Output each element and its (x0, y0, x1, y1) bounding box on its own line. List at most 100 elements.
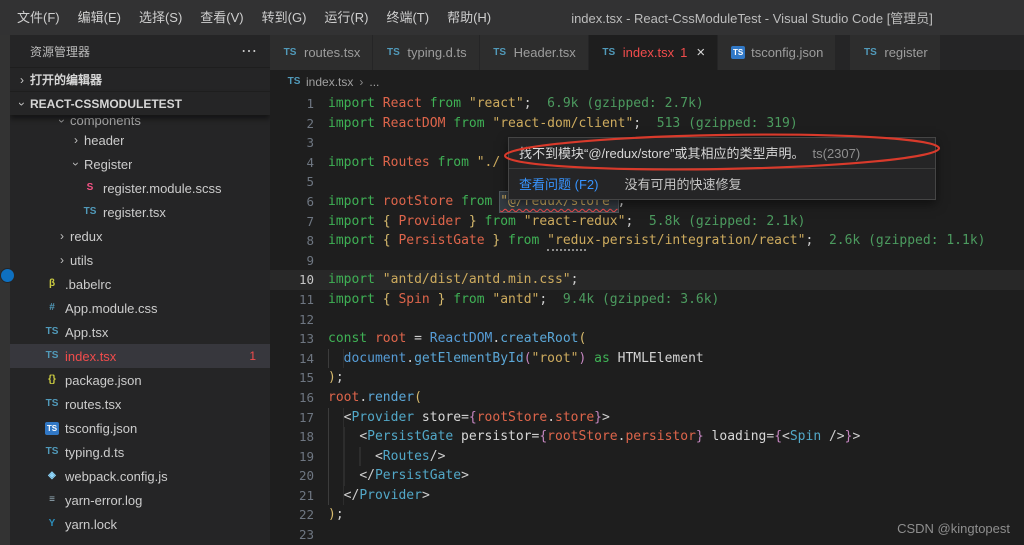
code-line-12[interactable]: 12 (270, 310, 1024, 330)
ts-icon: TS (602, 46, 616, 58)
json-icon: {} (48, 374, 56, 385)
breadcrumb[interactable]: TS index.tsx › ... (270, 70, 1024, 94)
code-line-17[interactable]: 17 < Provider store ={rootStore. store} > (270, 407, 1024, 428)
tree-folder-Register[interactable]: › Register (10, 152, 270, 176)
indent-guides (328, 427, 360, 447)
ts-icon: TS (45, 326, 59, 337)
indent-guides (328, 348, 344, 369)
line-number: 20 (298, 468, 314, 484)
code-line-16[interactable]: 16 root. render( (270, 388, 1024, 408)
tab-label: register (884, 45, 928, 60)
tree-file-register.module.scss[interactable]: Sregister.module.scss (10, 176, 270, 200)
tree-folder-utils[interactable]: › utils (10, 248, 270, 272)
code-token: Spin (390, 291, 430, 307)
code-token: React (374, 96, 422, 111)
code-line-1[interactable]: 1 import React from "react"; 6.9k (gzippe… (270, 94, 1024, 114)
close-icon[interactable]: × (696, 45, 705, 60)
code-line-11[interactable]: 11 import { Spin } from "antd"; 9.4k (gzi… (270, 290, 1024, 310)
project-section[interactable]: › REACT-CSSMODULETEST (10, 91, 270, 115)
code-line-9[interactable]: 9 (270, 251, 1024, 271)
code-token: { (774, 429, 783, 445)
code-line-20[interactable]: 20 </PersistGate > (270, 466, 1024, 486)
tree-file-package.json[interactable]: {} package.json (10, 368, 270, 392)
code-line-8[interactable]: 8 import { PersistGate } from "redu x-pers… (270, 231, 1024, 251)
more-actions-icon[interactable]: ⋯ (241, 41, 258, 61)
tab-label: routes.tsx (304, 45, 361, 60)
tab-tsconfig.json[interactable]: TS tsconfig.json (718, 35, 837, 70)
breadcrumb-file: index.tsx (306, 75, 354, 89)
code-token: rootStore (547, 429, 618, 445)
code-token: } (844, 429, 853, 445)
open-editors-section[interactable]: › 打开的编辑器 (10, 67, 270, 91)
tree-item-label: webpack.config.js (65, 468, 168, 484)
line-content: import { PersistGate } from "redu x-persi… (328, 231, 985, 251)
tree-file-routes.tsx[interactable]: TS routes.tsx (10, 392, 270, 416)
tree-item-label: routes.tsx (65, 396, 122, 412)
line-content: document. getElementById("root") as HTMLE… (328, 348, 704, 369)
tab-routes.tsx[interactable]: TS routes.tsx (270, 35, 374, 70)
tree-file-yarn.lock[interactable]: Yyarn.lock (10, 512, 270, 536)
tree-file-App.module.css[interactable]: # App.module.css (10, 296, 270, 320)
menu-item[interactable]: 查看(V) (191, 0, 252, 35)
code-line-18[interactable]: 18 < PersistGate persistor ={rootStore. pers… (270, 427, 1024, 447)
css-icon: # (49, 302, 55, 313)
code-token: 6.9k (gzipped: 2.7k) (531, 96, 704, 111)
menu-bar: 文件(F) 编辑(E) 选择(S) 查看(V) 转到(G) 运行(R) 终端(T) 帮助(H) (0, 0, 500, 35)
yarn-icon: Y (48, 518, 56, 529)
tree-folder-components[interactable]: › components (10, 115, 270, 128)
activity-bar[interactable] (0, 35, 15, 545)
code-line-2[interactable]: 2 import ReactDOM from "react-dom/client"… (270, 114, 1024, 134)
code-token: "antd" (484, 291, 540, 307)
title-bar: 文件(F) 编辑(E) 选择(S) 查看(V) 转到(G) 运行(R) 终端(T) 帮助(H)… (0, 0, 1024, 35)
line-content: </PersistGate > (328, 466, 469, 486)
tab-register[interactable]: TS register (850, 35, 941, 70)
tab-typing.d.ts[interactable]: TS typing.d.ts (373, 35, 480, 70)
tab-index.tsx[interactable]: TS index.tsx 1 × (588, 35, 719, 70)
tab-Header.tsx[interactable]: TS Header.tsx (479, 35, 589, 70)
code-line-21[interactable]: 21 </Provider > (270, 485, 1024, 506)
code-token: ; (539, 291, 548, 307)
code-token: ; (570, 272, 579, 288)
code-token: } (594, 409, 602, 425)
view-problem-link[interactable]: 查看问题 (F2) (519, 174, 598, 193)
code-token: "root" (531, 350, 579, 366)
code-line-10[interactable]: 10 import "antd/dist/antd.min.css"; (270, 270, 1024, 290)
tree-file-register.tsx[interactable]: TS register.tsx (10, 200, 270, 224)
tree-item-label: App.module.css (65, 300, 158, 316)
code-token: import (328, 233, 375, 249)
menu-item[interactable]: 运行(R) (315, 0, 377, 35)
code-line-13[interactable]: 13 const root = ReactDOM. createRoot( (270, 329, 1024, 349)
tree-folder-redux[interactable]: › redux (10, 224, 270, 248)
code-token: "react" (461, 96, 524, 111)
menu-item[interactable]: 帮助(H) (438, 0, 500, 35)
tree-file-.babelrc[interactable]: β .babelrc (10, 272, 270, 296)
tsconfig-icon: TS (45, 421, 59, 435)
chevron-right-icon: › (20, 72, 24, 87)
line-content: ); (328, 368, 344, 388)
line-content: root. render( (328, 388, 422, 408)
tree-folder-header[interactable]: › header (10, 128, 270, 152)
line-content: import ReactDOM from "react-dom/client";… (328, 114, 798, 134)
menu-item[interactable]: 编辑(E) (69, 0, 130, 35)
line-number: 9 (306, 252, 314, 268)
code-line-14[interactable]: 14 document. getElementById("root") as HTM… (270, 348, 1024, 369)
code-line-15[interactable]: 15); (270, 368, 1024, 388)
code-line-19[interactable]: 19 < Routes/> (270, 446, 1024, 467)
chevron-down-icon: › (69, 162, 83, 166)
open-editors-label: 打开的编辑器 (30, 73, 103, 87)
code-token: . (359, 389, 368, 405)
menu-item[interactable]: 终端(T) (377, 0, 438, 35)
tree-file-typing.d.ts[interactable]: TS typing.d.ts (10, 440, 270, 464)
tree-file-index.tsx[interactable]: TS index.tsx 1 (10, 344, 270, 368)
menu-item[interactable]: 文件(F) (8, 0, 69, 35)
tree-file-App.tsx[interactable]: TS App.tsx (10, 320, 270, 344)
code-line-7[interactable]: 7 import { Provider } from "react-redux";… (270, 212, 1024, 232)
menu-item[interactable]: 选择(S) (130, 0, 191, 35)
code-token: const (328, 331, 368, 347)
code-token: ( (523, 350, 532, 366)
menu-item[interactable]: 转到(G) (253, 0, 316, 35)
tree-file-tsconfig.json[interactable]: TS tsconfig.json (10, 416, 270, 440)
code-token: store (414, 409, 462, 425)
tree-file-yarn-error.log[interactable]: ≡ yarn-error.log (10, 488, 270, 512)
tree-file-webpack.config.js[interactable]: ◈ webpack.config.js (10, 464, 270, 488)
